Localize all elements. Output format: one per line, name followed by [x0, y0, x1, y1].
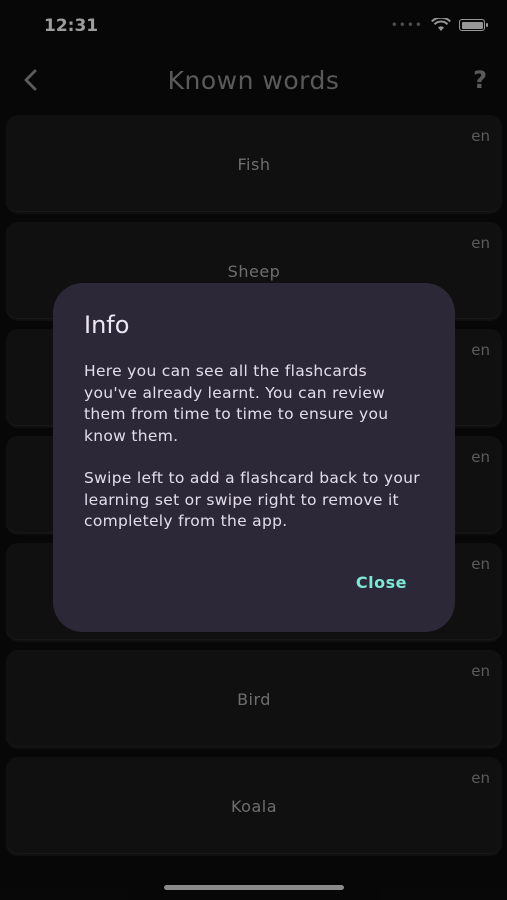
close-button[interactable]: Close — [356, 573, 407, 592]
info-dialog: Info Here you can see all the flashcards… — [53, 283, 455, 632]
dialog-paragraph-2: Swipe left to add a flashcard back to yo… — [84, 469, 420, 530]
home-indicator[interactable] — [164, 885, 344, 890]
dialog-actions: Close — [356, 573, 407, 592]
dialog-paragraph-1: Here you can see all the flashcards you'… — [84, 362, 389, 445]
dialog-title: Info — [84, 311, 130, 339]
